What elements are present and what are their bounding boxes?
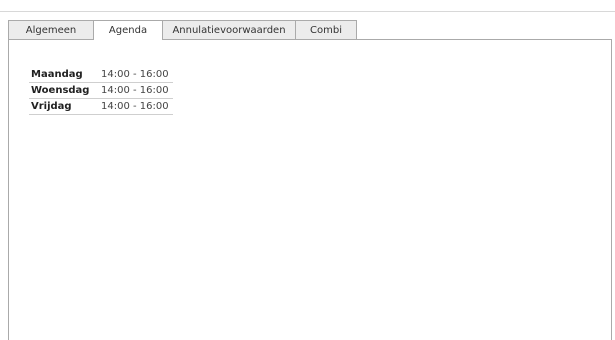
- schedule-time: 14:00 - 16:00: [99, 82, 173, 99]
- schedule-day: Maandag: [29, 67, 99, 83]
- schedule-time: 14:00 - 16:00: [99, 98, 173, 115]
- schedule-row: Maandag 14:00 - 16:00: [29, 67, 173, 83]
- tab-combi[interactable]: Combi: [295, 20, 357, 39]
- schedule-time: 14:00 - 16:00: [99, 67, 173, 83]
- schedule-row: Vrijdag 14:00 - 16:00: [29, 98, 173, 115]
- tab-agenda[interactable]: Agenda: [93, 20, 163, 40]
- top-divider: [0, 11, 615, 12]
- schedule-day: Vrijdag: [29, 98, 99, 115]
- agenda-schedule-table: Maandag 14:00 - 16:00 Woensdag 14:00 - 1…: [29, 67, 173, 115]
- schedule-row: Woensdag 14:00 - 16:00: [29, 82, 173, 99]
- tabbed-window: Algemeen Agenda Annulatievoorwaarden Com…: [0, 0, 615, 340]
- tab-algemeen[interactable]: Algemeen: [8, 20, 94, 39]
- tab-annulatievoorwaarden[interactable]: Annulatievoorwaarden: [162, 20, 296, 39]
- schedule-day: Woensdag: [29, 82, 99, 99]
- tab-bar: Algemeen Agenda Annulatievoorwaarden Com…: [8, 20, 357, 40]
